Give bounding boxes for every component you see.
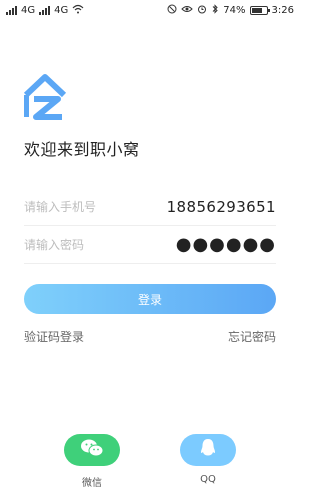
do-not-disturb-icon — [167, 4, 177, 17]
status-left: 4G 4G — [6, 4, 84, 17]
status-bar: 4G 4G 74% 3:26 — [0, 0, 300, 20]
qq-label: QQ — [200, 474, 216, 485]
signal-icon — [39, 5, 51, 15]
sms-login-link[interactable]: 验证码登录 — [24, 328, 84, 345]
password-value[interactable]: ●●●●●● — [176, 234, 276, 255]
login-button[interactable]: 登录 — [24, 284, 276, 314]
wifi-icon — [72, 4, 84, 17]
network-label-1: 4G — [21, 4, 36, 16]
battery-icon — [249, 5, 270, 15]
bluetooth-icon — [211, 3, 219, 17]
alarm-icon — [197, 4, 207, 17]
signal-icon — [6, 5, 17, 15]
qq-login-button[interactable] — [180, 434, 236, 466]
welcome-title: 欢迎来到职小窝 — [24, 140, 140, 159]
app-logo — [23, 73, 67, 121]
password-placeholder: 请输入密码 — [24, 238, 85, 252]
wechat-label: 微信 — [82, 478, 102, 489]
eye-icon — [181, 4, 194, 17]
phone-placeholder: 请输入手机号 — [24, 200, 97, 214]
phone-field[interactable]: 请输入手机号 18856293651 — [24, 188, 276, 226]
password-field[interactable]: 请输入密码 ●●●●●● — [24, 226, 276, 264]
phone-value[interactable]: 18856293651 — [167, 198, 276, 216]
qq-icon — [199, 438, 217, 462]
forgot-password-link[interactable]: 忘记密码 — [228, 328, 276, 345]
wechat-login-button[interactable] — [64, 434, 120, 466]
battery-percent: 74% — [223, 4, 246, 16]
status-right: 74% 3:26 — [167, 3, 294, 17]
clock: 3:26 — [271, 4, 294, 16]
network-label-2: 4G — [54, 4, 69, 16]
wechat-icon — [80, 438, 104, 462]
